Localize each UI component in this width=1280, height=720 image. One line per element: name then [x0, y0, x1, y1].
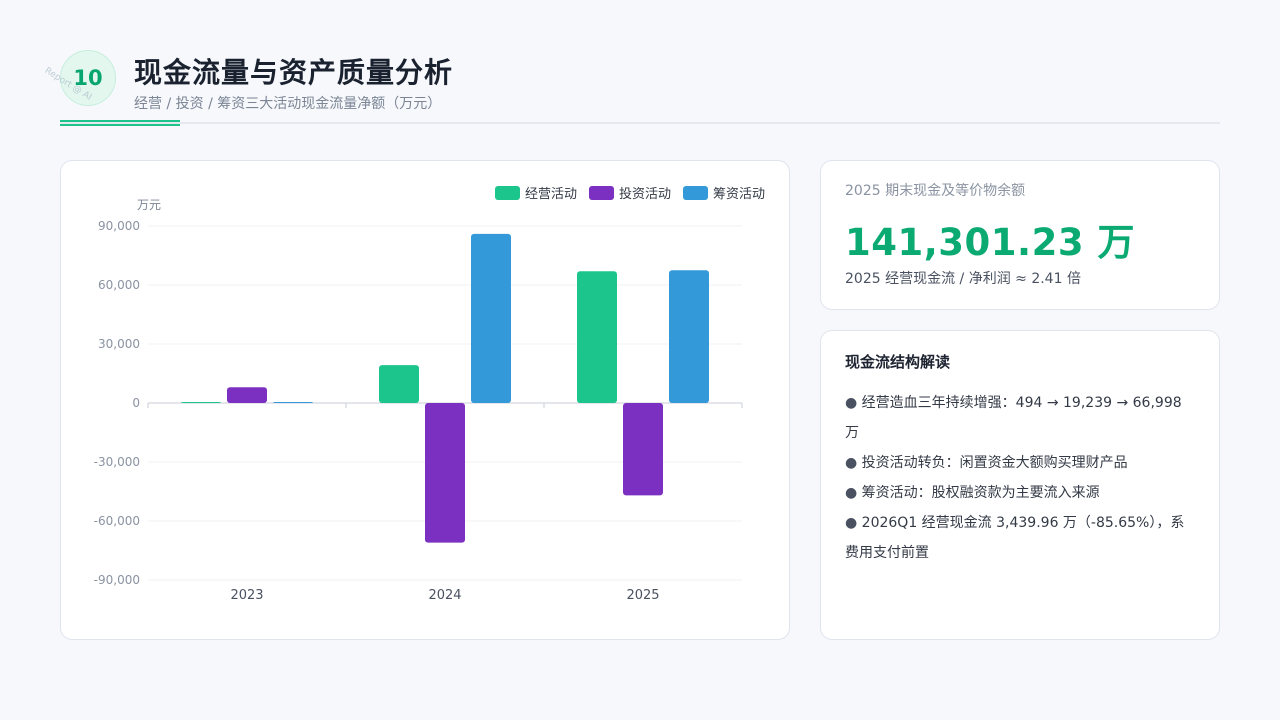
insight-item: 经营造血三年持续增强：494 → 19,239 → 66,998 万	[845, 388, 1195, 448]
y-tick-label: -30,000	[94, 455, 140, 469]
legend-label-investing: 投资活动	[619, 187, 672, 202]
bar-投资活动-2025	[623, 403, 663, 496]
legend-item-investing[interactable]: 投资活动	[589, 183, 671, 202]
bar-经营活动-2024	[379, 365, 419, 403]
bar-经营活动-2023	[181, 402, 221, 403]
insight-item: 投资活动转负：闲置资金大额购买理财产品	[845, 448, 1195, 478]
x-tick-label: 2024	[428, 588, 461, 603]
balance-label: 2025 期末现金及等价物余额	[845, 183, 1026, 199]
y-tick-label: -90,000	[94, 573, 140, 587]
balance-note: 2025 经营现金流 / 净利润 ≈ 2.41 倍	[845, 271, 1081, 287]
legend-swatch-operating	[495, 185, 520, 200]
chart-legend: 经营活动 投资活动 筹资活动	[495, 183, 765, 202]
y-tick-label: 90,000	[98, 219, 140, 233]
y-tick-label: 60,000	[98, 278, 140, 292]
insight-title: 现金流结构解读	[845, 353, 951, 371]
legend-label-operating: 经营活动	[525, 187, 578, 202]
y-tick-label: 0	[132, 396, 140, 410]
x-tick-label: 2023	[230, 588, 263, 603]
bar-筹资活动-2025	[669, 270, 709, 403]
balance-value: 141,301.23 万	[845, 221, 1135, 264]
bar-经营活动-2025	[577, 271, 617, 403]
y-axis-unit-label: 万元	[137, 198, 161, 212]
legend-item-financing[interactable]: 筹资活动	[683, 183, 765, 202]
insight-list: 经营造血三年持续增强：494 → 19,239 → 66,998 万 投资活动转…	[845, 388, 1195, 568]
y-tick-label: -60,000	[94, 514, 140, 528]
y-tick-label: 30,000	[98, 337, 140, 351]
bar-筹资活动-2024	[471, 233, 511, 403]
bar-筹资活动-2023	[273, 402, 313, 403]
cashflow-bar-chart: 万元 90,000 60,000 30,000 0 -30,000 -60,000 -90,0…	[94, 198, 743, 603]
bar-投资活动-2023	[227, 387, 267, 403]
x-tick-label: 2025	[626, 588, 659, 603]
legend-swatch-financing	[683, 185, 709, 200]
bar-投资活动-2024	[425, 403, 465, 543]
insight-item: 2026Q1 经营现金流 3,439.96 万（-85.65%），系费用支付前置	[845, 508, 1195, 568]
legend-item-operating[interactable]: 经营活动	[495, 183, 577, 202]
legend-label-financing: 筹资活动	[713, 187, 766, 202]
legend-swatch-investing	[589, 185, 615, 200]
insight-item: 筹资活动：股权融资款为主要流入来源	[845, 478, 1195, 508]
